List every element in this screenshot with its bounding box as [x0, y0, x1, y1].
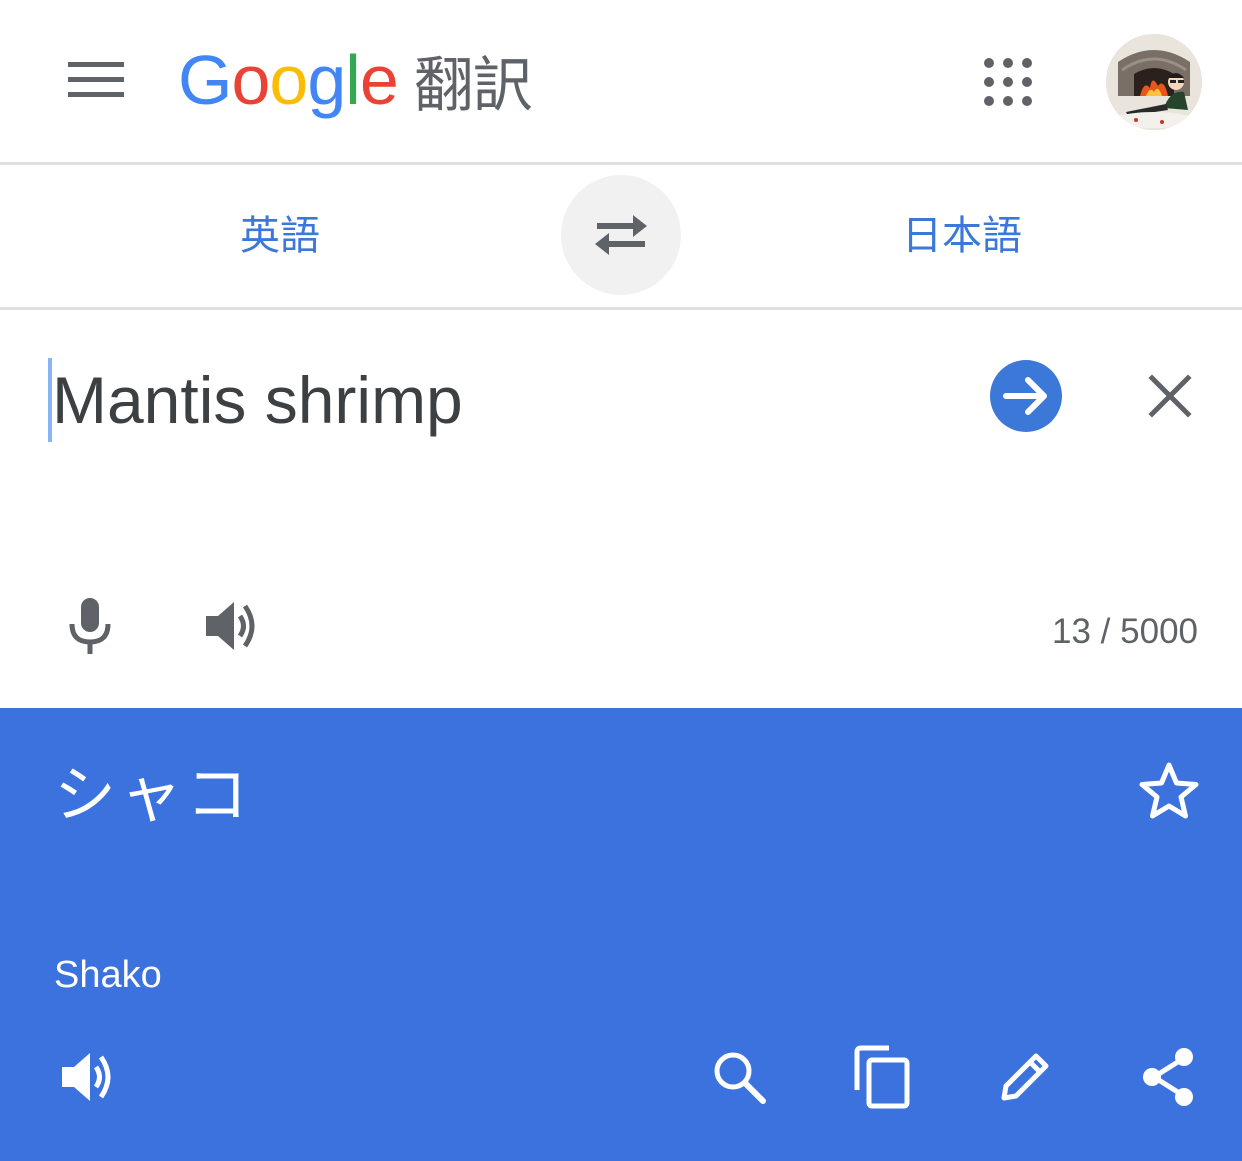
- speaker-icon: [204, 599, 262, 653]
- voice-input-button[interactable]: [60, 594, 120, 658]
- listen-translation-button[interactable]: [54, 1042, 124, 1112]
- romanization-text: Shako: [54, 954, 162, 996]
- character-count: 13 / 5000: [1052, 612, 1198, 651]
- copy-translation-button[interactable]: [846, 1042, 916, 1112]
- language-bar: 英語 日本語: [0, 165, 1242, 310]
- app-header: G o o g l e 翻訳: [0, 0, 1242, 165]
- search-icon: [711, 1049, 767, 1105]
- user-avatar-icon: [1106, 34, 1202, 130]
- swap-arrows-icon: [593, 213, 649, 257]
- logo-letter: o: [269, 41, 308, 119]
- microphone-icon: [67, 596, 113, 656]
- save-translation-button[interactable]: [1136, 758, 1202, 824]
- translate-go-button[interactable]: [990, 360, 1062, 432]
- star-outline-icon: [1138, 761, 1200, 821]
- edit-translation-button[interactable]: [990, 1042, 1060, 1112]
- apps-button[interactable]: [972, 46, 1044, 118]
- apps-grid-icon: [983, 57, 1033, 107]
- clear-input-button[interactable]: [1138, 364, 1202, 428]
- logo-suffix: 翻訳: [413, 50, 533, 121]
- logo-letter: g: [307, 41, 346, 119]
- swap-languages-button[interactable]: [561, 175, 681, 295]
- share-icon: [1140, 1046, 1198, 1108]
- logo-letter: e: [359, 41, 399, 119]
- translation-text: シャコ: [54, 758, 253, 831]
- logo-letter: G: [178, 41, 232, 119]
- copy-icon: [851, 1044, 911, 1110]
- source-language-button[interactable]: 英語: [170, 201, 390, 271]
- google-translate-logo: G o o g l e 翻訳: [178, 38, 533, 122]
- source-text-input[interactable]: Mantis shrimp: [52, 350, 463, 450]
- listen-source-button[interactable]: [200, 594, 266, 658]
- pencil-icon: [996, 1048, 1054, 1106]
- hamburger-menu-icon: [68, 60, 124, 100]
- share-translation-button[interactable]: [1134, 1042, 1204, 1112]
- menu-button[interactable]: [58, 48, 134, 112]
- input-panel: Mantis shrimp 13 / 5000: [0, 310, 1242, 708]
- avatar[interactable]: [1106, 34, 1202, 130]
- search-translation-button[interactable]: [704, 1042, 774, 1112]
- logo-letter: o: [231, 41, 270, 119]
- translation-result-card: シャコ Shako: [0, 708, 1242, 1161]
- target-language-button[interactable]: 日本語: [852, 201, 1072, 271]
- logo-letter: l: [345, 41, 361, 119]
- close-icon: [1148, 374, 1192, 418]
- arrow-right-icon: [1002, 376, 1050, 416]
- speaker-icon: [60, 1050, 118, 1104]
